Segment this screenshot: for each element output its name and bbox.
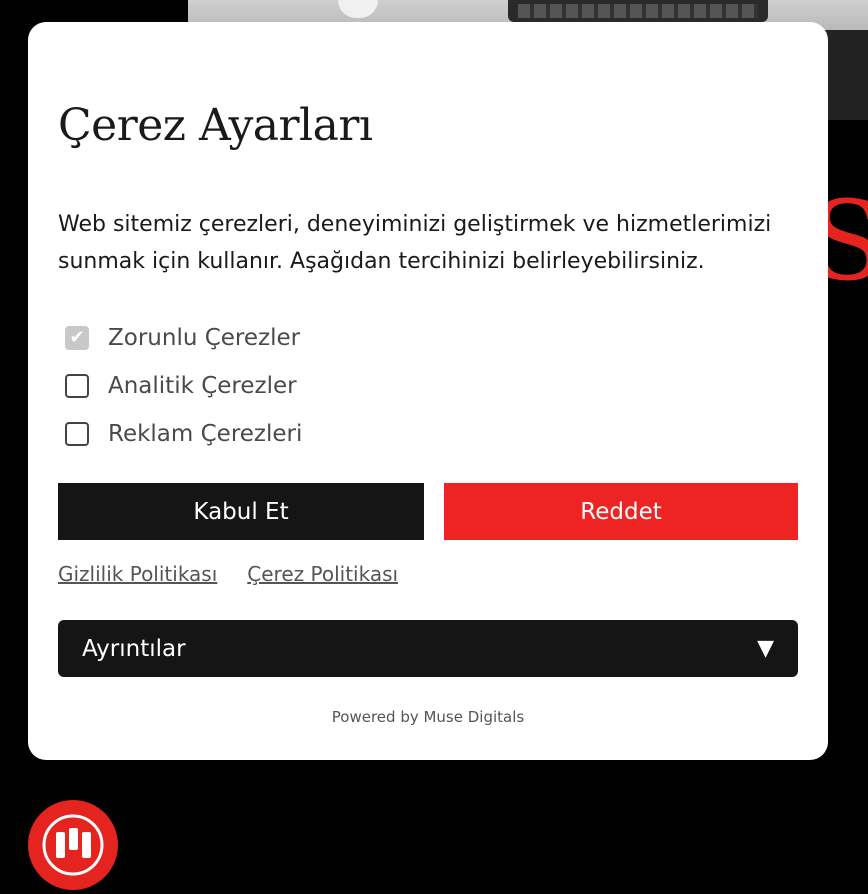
muse-logo-icon[interactable] [28, 800, 118, 890]
option-label: Zorunlu Çerezler [108, 325, 301, 351]
modal-title: Çerez Ayarları [58, 100, 373, 151]
powered-by-text: Powered by Muse Digitals [331, 708, 525, 726]
photo-object [338, 0, 378, 18]
policy-links: Gizlilik Politikası Çerez Politikası [58, 562, 428, 586]
cookie-options: ✔ Zorunlu Çerezler Analitik Çerezler Rek… [65, 322, 302, 466]
details-toggle[interactable]: Ayrıntılar ▼ [58, 620, 798, 677]
cookie-policy-link[interactable]: Çerez Politikası [247, 562, 398, 586]
option-required-cookies: ✔ Zorunlu Çerezler [65, 322, 302, 354]
check-icon: ✔ [69, 327, 85, 348]
details-label: Ayrıntılar [82, 635, 186, 662]
analytics-cookies-checkbox[interactable] [65, 374, 89, 398]
logo-mark [42, 814, 104, 876]
reject-button[interactable]: Reddet [444, 483, 798, 540]
privacy-policy-link[interactable]: Gizlilik Politikası [58, 562, 217, 586]
triangle-down-icon: ▼ [757, 636, 774, 661]
option-analytics-cookies[interactable]: Analitik Çerezler [65, 370, 302, 402]
option-ad-cookies[interactable]: Reklam Çerezleri [65, 418, 302, 450]
ad-cookies-checkbox[interactable] [65, 422, 89, 446]
accept-button[interactable]: Kabul Et [58, 483, 424, 540]
modal-description: Web sitemiz çerezleri, deneyiminizi geli… [58, 212, 772, 274]
photo-keyboard [518, 4, 758, 18]
option-label[interactable]: Analitik Çerezler [108, 373, 297, 399]
cookie-settings-modal: Çerez Ayarları Web sitemiz çerezleri, de… [28, 22, 828, 760]
required-cookies-checkbox: ✔ [65, 326, 89, 350]
option-label[interactable]: Reklam Çerezleri [108, 421, 302, 447]
